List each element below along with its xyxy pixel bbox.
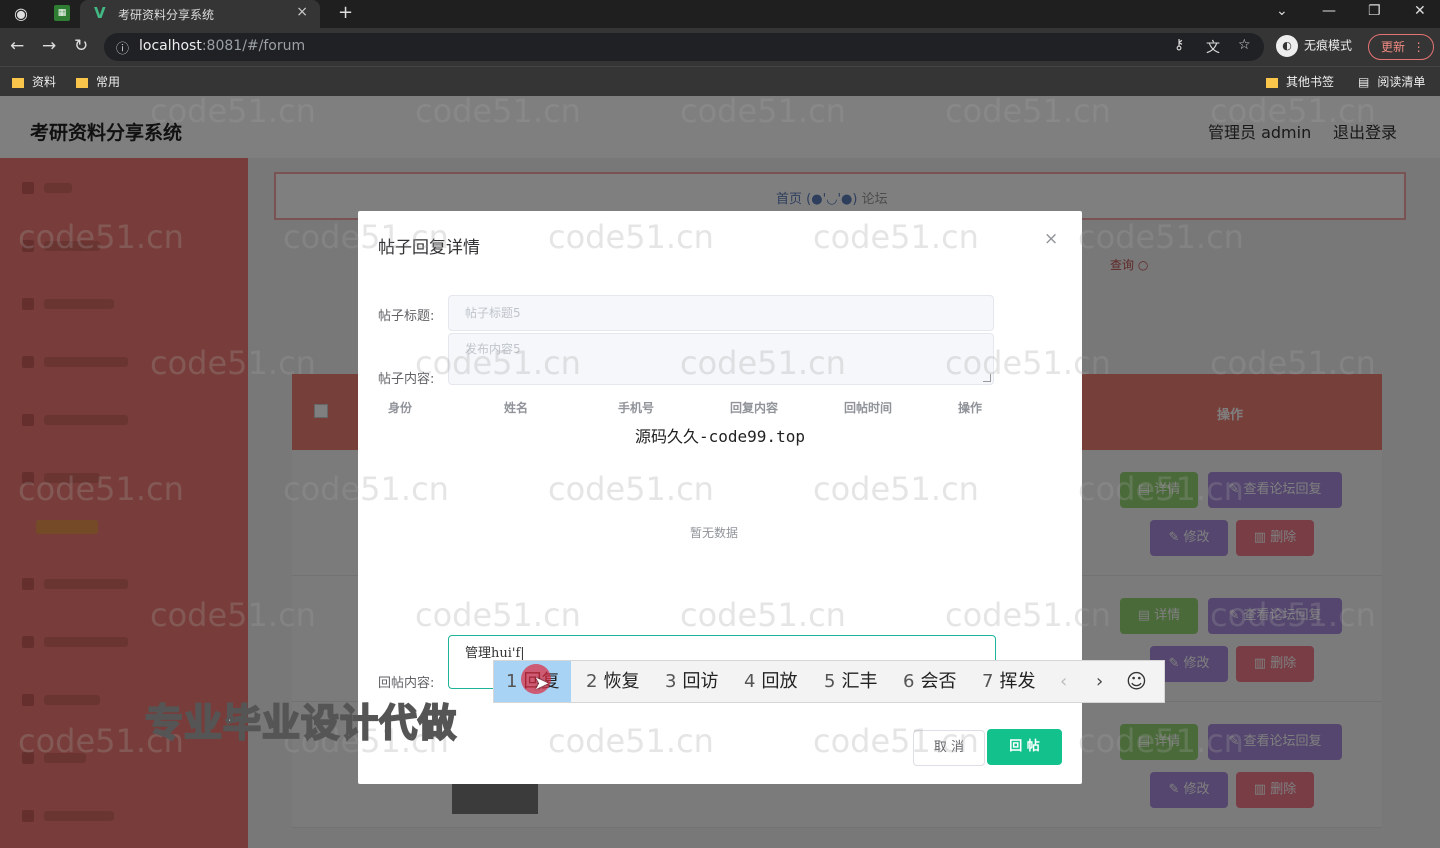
watermark-text: code51.cn (680, 344, 846, 382)
url-text: localhost:8081/#/forum (139, 38, 306, 54)
browser-tab-bar: ◉ ▦ V 考研资料分享系统 × + ⌄ — ❐ ✕ (0, 0, 1440, 28)
watermark-text: code51.cn (415, 344, 581, 382)
watermark-text: code51.cn (283, 470, 449, 508)
info-icon[interactable]: ⓘ (116, 38, 129, 57)
tab-search-icon[interactable]: ⌄ (1276, 3, 1288, 19)
address-toolbar: ← → ↻ ⓘ localhost:8081/#/forum ⚷ 文 ☆ ◐ 无痕… (0, 28, 1440, 66)
watermark-text: code51.cn (1210, 92, 1376, 130)
reading-list[interactable]: ▤ 阅读清单 (1358, 73, 1425, 90)
globe-icon[interactable]: ◉ (14, 4, 28, 23)
watermark-text: code51.cn (150, 344, 316, 382)
ime-candidate-5[interactable]: 5 汇丰 (812, 661, 889, 702)
bookmark-folder-materials[interactable]: 资料 (12, 73, 56, 90)
ime-candidate-4[interactable]: 4 回放 (732, 661, 809, 702)
bookmark-folder-common[interactable]: 常用 (76, 73, 120, 90)
minimize-icon[interactable]: — (1322, 3, 1336, 19)
new-tab-button[interactable]: + (338, 2, 353, 23)
ime-emoji-icon[interactable]: ☺ (1126, 661, 1147, 702)
watermark-text: code51.cn (18, 218, 184, 256)
mouse-cursor-icon: ➤ (534, 673, 550, 694)
tab-title: 考研资料分享系统 (118, 8, 215, 22)
watermark-text: code51.cn (813, 218, 979, 256)
key-icon[interactable]: ⚷ (1174, 37, 1184, 53)
ime-candidate-6[interactable]: 6 会否 (891, 661, 968, 702)
reply-content-label: 回帖内容: (378, 676, 435, 691)
watermark-text: code51.cn (945, 344, 1111, 382)
column-header-name: 姓名 (504, 401, 529, 415)
reading-list-icon: ▤ (1358, 75, 1370, 89)
watermark-text: code51.cn (945, 596, 1111, 634)
ime-candidate-2[interactable]: 2 恢复 (574, 661, 651, 702)
ime-candidate-bar: 1回复 2恢复 3回访 4回放 5汇丰 6会否 7挥发 ‹ › ☺ (493, 660, 1165, 703)
vue-logo-icon: V (94, 4, 106, 22)
watermark-text: code51.cn (150, 92, 316, 130)
watermark-text: code51.cn (415, 596, 581, 634)
ime-candidate-3[interactable]: 3 回访 (653, 661, 730, 702)
ime-prev-page-icon[interactable]: ‹ (1060, 661, 1067, 702)
ime-next-page-icon[interactable]: › (1096, 661, 1103, 702)
folder-icon (1266, 77, 1278, 88)
watermark-text: code51.cn (945, 92, 1111, 130)
app-favicon-icon[interactable]: ▦ (54, 5, 70, 21)
watermark-text: code51.cn (150, 596, 316, 634)
promo-overlay-text: 专业毕业设计代做 (144, 700, 458, 746)
update-button[interactable]: 更新 ⋮ (1368, 34, 1434, 60)
watermark-text: code51.cn (283, 218, 449, 256)
column-header-reply-content: 回复内容 (730, 401, 779, 415)
watermark-text: code51.cn (1078, 722, 1244, 760)
ime-candidate-7[interactable]: 7 挥发 (970, 661, 1047, 702)
folder-icon (76, 77, 88, 88)
folder-icon (12, 77, 24, 88)
restore-icon[interactable]: ❐ (1368, 3, 1381, 19)
watermark-text: code51.cn (18, 470, 184, 508)
submit-reply-button[interactable]: 回 帖 (987, 729, 1062, 765)
watermark-text: code51.cn (813, 470, 979, 508)
overlay-watermark-text: 源码久久-code99.top (635, 427, 805, 446)
close-window-icon[interactable]: ✕ (1414, 3, 1426, 19)
bookmark-star-icon[interactable]: ☆ (1238, 37, 1251, 53)
column-header-operation: 操作 (958, 401, 983, 415)
watermark-text: code51.cn (548, 470, 714, 508)
column-header-role: 身份 (388, 401, 413, 415)
watermark-text: code51.cn (1210, 344, 1376, 382)
dialog-close-icon[interactable]: × (1044, 229, 1058, 249)
watermark-text: code51.cn (1078, 218, 1244, 256)
column-header-phone: 手机号 (618, 401, 655, 415)
incognito-icon: ◐ (1276, 35, 1298, 57)
url-bar[interactable]: ⓘ localhost:8081/#/forum (104, 33, 1264, 61)
watermark-text: code51.cn (1210, 596, 1376, 634)
tab-close-icon[interactable]: × (296, 4, 308, 20)
browser-tab[interactable]: V 考研资料分享系统 × (80, 0, 320, 28)
bookmark-folder-other[interactable]: 其他书签 (1266, 73, 1334, 90)
watermark-text: code51.cn (548, 722, 714, 760)
watermark-text: code51.cn (548, 218, 714, 256)
forward-icon[interactable]: → (42, 36, 56, 56)
back-icon[interactable]: ← (10, 36, 24, 56)
post-title-input: 帖子标题5 (448, 295, 994, 331)
watermark-text: code51.cn (1078, 470, 1244, 508)
watermark-text: code51.cn (680, 596, 846, 634)
translate-icon[interactable]: 文 (1206, 37, 1220, 57)
column-header-reply-time: 回帖时间 (844, 401, 893, 415)
watermark-text: code51.cn (680, 92, 846, 130)
reload-icon[interactable]: ↻ (74, 36, 88, 56)
empty-data-text: 暂无数据 (690, 526, 739, 540)
post-title-label: 帖子标题: (378, 309, 435, 324)
watermark-text: code51.cn (813, 722, 979, 760)
incognito-indicator[interactable]: ◐ 无痕模式 (1276, 35, 1352, 57)
watermark-text: code51.cn (415, 92, 581, 130)
